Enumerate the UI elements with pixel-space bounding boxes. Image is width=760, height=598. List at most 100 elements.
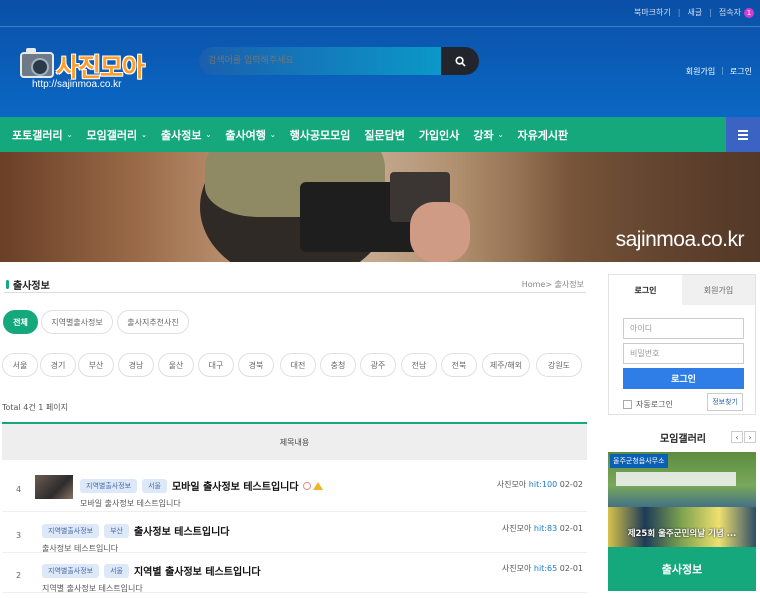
nav-item-label: 출사여행 bbox=[225, 128, 266, 142]
region-filter[interactable]: 서울 bbox=[2, 353, 38, 377]
post-summary: 지역별 출사정보 테스트입니다 bbox=[42, 584, 143, 593]
nav-item[interactable]: 강좌 ⌄ bbox=[473, 127, 503, 143]
tab-1[interactable]: 지역별출사정보 bbox=[41, 310, 113, 334]
image-icon bbox=[312, 481, 323, 490]
search-input[interactable] bbox=[199, 47, 441, 75]
nav-item-label: 질문답변 bbox=[364, 128, 405, 142]
region-filter[interactable]: 대전 bbox=[280, 353, 316, 377]
nav-item[interactable]: 질문답변 bbox=[364, 127, 404, 143]
nav-item-label: 모임갤러리 bbox=[86, 128, 138, 142]
chevron-right-icon[interactable]: › bbox=[744, 431, 756, 443]
chevron-down-icon: ⌄ bbox=[497, 130, 504, 139]
tab-2[interactable]: 출사지추천사진 bbox=[117, 310, 189, 334]
find-info-button[interactable]: 정보찾기 bbox=[707, 393, 743, 411]
hamburger-icon-bar bbox=[738, 137, 748, 140]
login-link[interactable]: 로그인 bbox=[730, 66, 752, 77]
region-filter[interactable]: 경북 bbox=[238, 353, 274, 377]
main-nav: 포토갤러리 ⌄ 모임갤러리 ⌄ 출사정보 ⌄ 출사여행 ⌄ 행사공모모임 질문답변 가입인사 강좌 ⌄ 자… bbox=[0, 117, 760, 152]
hamburger-icon-bar bbox=[738, 129, 748, 132]
row-number: 3 bbox=[16, 531, 22, 540]
category-tag[interactable]: 지역별출사정보 bbox=[42, 563, 100, 578]
region-filter[interactable]: 전북 bbox=[441, 353, 477, 377]
row-number: 4 bbox=[16, 485, 22, 494]
post-date: 02-01 bbox=[559, 564, 583, 573]
section-title-text: 출사정보 bbox=[13, 281, 50, 292]
hamburger-icon-bar bbox=[738, 133, 748, 136]
table-row[interactable]: 3 지역별출사정보 부산 출사정보 테스트입니다 출사정보 테스트입니다 사진모아 hit… bbox=[2, 513, 587, 553]
row-body: 지역별출사정보 부산 출사정보 테스트입니다 출사정보 테스트입니다 bbox=[42, 520, 229, 554]
region-filter[interactable]: 대구 bbox=[198, 353, 234, 377]
post-meta: 사진모아 hit:65 02-01 bbox=[502, 563, 583, 574]
tab-login[interactable]: 로그인 bbox=[609, 275, 682, 305]
search-button[interactable] bbox=[441, 47, 479, 75]
info-box[interactable]: 출사정보 bbox=[608, 547, 756, 591]
post-hits: hit:65 bbox=[533, 564, 558, 573]
nav-item[interactable]: 모임갤러리 ⌄ bbox=[86, 127, 146, 143]
id-field[interactable]: 아이디 bbox=[623, 318, 744, 339]
site-logo[interactable]: 사진모아 http://sajinmoa.co.kr bbox=[20, 46, 150, 98]
header-divider bbox=[0, 26, 760, 27]
auto-login-checkbox[interactable] bbox=[623, 400, 632, 409]
region-filter[interactable]: 울산 bbox=[158, 353, 194, 377]
region-filter[interactable]: 전남 bbox=[401, 353, 437, 377]
mobile-icon bbox=[302, 481, 311, 490]
post-title[interactable]: 출사정보 테스트입니다 bbox=[134, 527, 229, 538]
tab-signup[interactable]: 회원가입 bbox=[682, 275, 755, 305]
nav-item[interactable]: 가입인사 bbox=[419, 127, 459, 143]
region-filter[interactable]: 부산 bbox=[78, 353, 114, 377]
post-title[interactable]: 모바일 출사정보 테스트입니다 bbox=[172, 482, 299, 493]
chevron-down-icon: ⌄ bbox=[66, 130, 73, 139]
category-tag[interactable]: 지역별출사정보 bbox=[42, 523, 100, 538]
nav-item-label: 강좌 bbox=[473, 128, 494, 142]
post-date: 02-01 bbox=[559, 524, 583, 533]
chevron-down-icon: ⌄ bbox=[141, 130, 147, 139]
nav-item-label: 자유게시판 bbox=[517, 128, 569, 142]
table-row[interactable]: 4 지역별출사정보 서울 모바일 출사정보 테스트입니다 모바일 출사정보 테스트입니다… bbox=[2, 462, 587, 512]
tab-0[interactable]: 전체 bbox=[3, 310, 38, 334]
new-posts-link[interactable]: 새글 bbox=[687, 7, 702, 18]
post-title[interactable]: 지역별 출사정보 테스트입니다 bbox=[134, 567, 261, 578]
post-hits: hit:83 bbox=[533, 524, 558, 533]
visitor-count-badge: 1 bbox=[744, 7, 754, 18]
photographer-hand bbox=[410, 202, 470, 262]
region-filter[interactable]: 광주 bbox=[360, 353, 396, 377]
visitors-link[interactable]: 접속자 bbox=[719, 7, 741, 18]
nav-item[interactable]: 포토갤러리 ⌄ bbox=[12, 127, 72, 143]
nav-item[interactable]: 출사정보 ⌄ bbox=[161, 127, 211, 143]
region-filter[interactable]: 제주/해외 bbox=[482, 353, 530, 377]
separator: | bbox=[709, 8, 712, 17]
post-summary: 모바일 출사정보 테스트입니다 bbox=[80, 499, 181, 508]
header-links: 회원가입 | 로그인 bbox=[686, 66, 752, 77]
chevron-left-icon[interactable]: ‹ bbox=[731, 431, 743, 443]
signup-link[interactable]: 회원가입 bbox=[686, 66, 715, 77]
logo-url: http://sajinmoa.co.kr bbox=[32, 79, 122, 90]
nav-item[interactable]: 출사여행 ⌄ bbox=[225, 127, 275, 143]
table-header: 제목내용 bbox=[2, 422, 587, 460]
auto-login[interactable]: 자동로그인 bbox=[623, 399, 673, 410]
separator: | bbox=[721, 66, 724, 75]
login-button[interactable]: 로그인 bbox=[623, 368, 744, 389]
category-tag[interactable]: 서울 bbox=[142, 478, 167, 493]
password-field[interactable]: 비밀번호 bbox=[623, 343, 744, 364]
gallery-photo-title: 제25회 울주군민의날 기념 ... bbox=[627, 529, 737, 539]
section-divider bbox=[4, 292, 586, 293]
post-thumbnail[interactable] bbox=[35, 475, 73, 499]
photo-banner bbox=[616, 472, 736, 486]
region-filter[interactable]: 강원도 bbox=[536, 353, 582, 377]
bookmark-link[interactable]: 북마크하기 bbox=[634, 7, 671, 18]
region-filter[interactable]: 경남 bbox=[118, 353, 154, 377]
region-filter[interactable]: 충청 bbox=[320, 353, 356, 377]
gallery-photo[interactable]: 울주군청읍사무소 제25회 울주군민의날 기념 ... bbox=[608, 452, 756, 547]
category-tag[interactable]: 지역별출사정보 bbox=[80, 478, 138, 493]
table-row[interactable]: 2 지역별출사정보 서울 지역별 출사정보 테스트입니다 지역별 출사정보 테스트입니다… bbox=[2, 553, 587, 593]
banner-image: sajinmoa.co.kr bbox=[0, 152, 760, 262]
category-tag[interactable]: 서울 bbox=[104, 563, 129, 578]
nav-item-label: 포토갤러리 bbox=[12, 128, 63, 142]
breadcrumb[interactable]: Home> 출사정보 bbox=[522, 279, 584, 290]
menu-button[interactable] bbox=[726, 117, 760, 152]
nav-item[interactable]: 행사공모모임 bbox=[290, 127, 351, 143]
category-tag[interactable]: 부산 bbox=[104, 523, 129, 538]
header: 북마크하기 | 새글 | 접속자 1 사진모아 http://sajinmoa.… bbox=[0, 0, 760, 117]
region-filter[interactable]: 경기 bbox=[40, 353, 76, 377]
nav-item[interactable]: 자유게시판 bbox=[518, 127, 569, 143]
